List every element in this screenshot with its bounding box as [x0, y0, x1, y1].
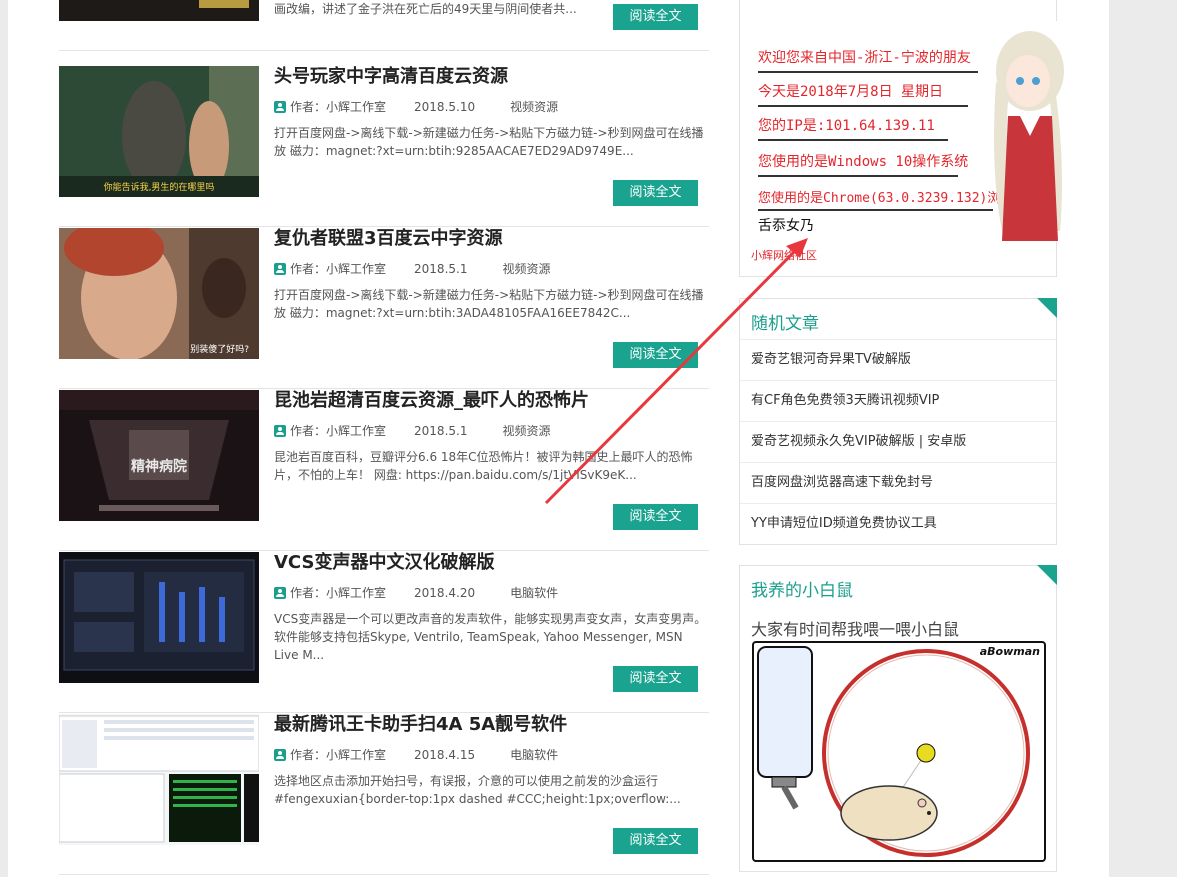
ip-source-link[interactable]: 小辉网络社区 — [751, 247, 817, 263]
corner-triangle-icon — [1037, 565, 1057, 585]
hamster-game[interactable]: aBowman — [752, 641, 1046, 862]
post-card: 别装傻了好吗? 复仇者联盟3百度云中字资源 作者： 小辉工作室 2018.5.1… — [59, 226, 709, 389]
post-category[interactable]: 电脑软件 — [510, 746, 558, 763]
thumbnail-caption: 精神病院 — [131, 459, 187, 475]
post-card: 画改编，讲述了金子洪在死亡后的49天里与阴间使者共... 阅读全文 — [59, 0, 709, 51]
post-excerpt: VCS变声器是一个可以更改声音的发声软件，能够实现男声变女声，女声变男声。软件能… — [274, 612, 707, 662]
user-icon — [274, 100, 286, 113]
post-category[interactable]: 视频资源 — [502, 422, 550, 439]
widget-subtitle: 大家有时间帮我喂一喂小白鼠 — [751, 620, 960, 639]
post-title[interactable]: 最新腾讯王卡助手扫4A 5A靓号软件 — [274, 712, 704, 738]
author-name[interactable]: 小辉工作室 — [326, 584, 386, 601]
widget-title: 随机文章 — [751, 314, 819, 334]
post-category[interactable]: 视频资源 — [502, 260, 550, 277]
post-title[interactable]: VCS变声器中文汉化破解版 — [274, 550, 704, 576]
post-card: 精神病院 昆池岩超清百度云资源_最吓人的恐怖片 作者： 小辉工作室 2018.5… — [59, 388, 709, 551]
divider — [758, 139, 948, 141]
post-excerpt: 打开百度网盘->离线下载->新建磁力任务->粘贴下方磁力链->秒到网盘可在线播放… — [274, 126, 704, 158]
divider — [758, 105, 968, 107]
post-thumbnail[interactable]: 精神病院 — [59, 390, 259, 521]
post-meta: 作者： 小辉工作室 2018.4.15 电脑软件 — [274, 746, 558, 763]
widget-title: 我养的小白鼠 — [751, 581, 853, 601]
divider — [758, 175, 958, 177]
anime-girl-illustration — [994, 31, 1064, 241]
post-title[interactable]: 复仇者联盟3百度云中字资源 — [274, 226, 704, 252]
author-name[interactable]: 小辉工作室 — [326, 746, 386, 763]
ip-signature-image: 欢迎您来自中国-浙江-宁波的朋友 今天是2018年7月8日 星期日 您的IP是:… — [752, 21, 1071, 241]
post-date: 2018.5.10 — [414, 99, 476, 114]
post-category[interactable]: 电脑软件 — [510, 584, 558, 601]
read-more-button[interactable]: 阅读全文 — [613, 504, 698, 530]
ip-welcome-line: 欢迎您来自中国-浙江-宁波的朋友 — [758, 50, 971, 66]
list-item[interactable]: 有CF角色免费领3天腾讯视频VIP — [740, 380, 1056, 421]
divider — [758, 209, 993, 211]
read-more-button[interactable]: 阅读全文 — [613, 4, 698, 30]
post-category[interactable]: 视频资源 — [510, 98, 558, 115]
author-label: 作者： — [290, 100, 327, 114]
thumbnail-caption: 别装傻了好吗? — [190, 345, 249, 355]
corner-triangle-icon — [1037, 298, 1057, 318]
post-title[interactable]: 头号玩家中字高清百度云资源 — [274, 64, 704, 90]
post-date: 2018.5.1 — [414, 423, 468, 438]
ip-browser-line: 您使用的是Chrome(63.0.3239.132)浏览器 — [758, 191, 1027, 206]
post-thumbnail[interactable]: 别装傻了好吗? — [59, 228, 259, 359]
ip-info-widget: 欢迎您来自中国-浙江-宁波的朋友 今天是2018年7月8日 星期日 您的IP是:… — [739, 0, 1071, 277]
post-card: 你能告诉我,男生的在哪里吗 头号玩家中字高清百度云资源 作者： 小辉工作室 20… — [59, 64, 709, 227]
page: 画改编，讲述了金子洪在死亡后的49天里与阴间使者共... 阅读全文 你能告诉我,… — [8, 0, 1109, 877]
read-more-button[interactable]: 阅读全文 — [613, 828, 698, 854]
post-excerpt: 选择地区点击添加开始扫号，有误报，介意的可以使用之前发的沙盒运行#fengexu… — [274, 774, 681, 806]
ip-date-line: 今天是2018年7月8日 星期日 — [758, 84, 944, 100]
ip-signature: 舌忝女乃 — [758, 218, 814, 234]
read-more-button[interactable]: 阅读全文 — [613, 180, 698, 206]
list-item[interactable]: YY申请短位ID频道免费协议工具 — [740, 503, 1056, 544]
list-item[interactable]: 百度网盘浏览器高速下载免封号 — [740, 462, 1056, 503]
post-date: 2018.4.15 — [414, 747, 476, 762]
article-list: 爱奇艺银河奇异果TV破解版 有CF角色免费领3天腾讯视频VIP 爱奇艺视频永久免… — [740, 339, 1056, 544]
user-icon — [274, 262, 286, 275]
post-meta: 作者： 小辉工作室 2018.5.1 视频资源 — [274, 260, 550, 277]
author-label: 作者： — [290, 748, 327, 762]
post-date: 2018.5.1 — [414, 261, 468, 276]
post-card: 最新腾讯王卡助手扫4A 5A靓号软件 作者： 小辉工作室 2018.4.15 电… — [59, 712, 709, 875]
user-icon — [274, 748, 286, 761]
user-icon — [274, 424, 286, 437]
user-icon — [274, 586, 286, 599]
author-name[interactable]: 小辉工作室 — [326, 422, 386, 439]
post-excerpt: 昆池岩百度百科，豆瓣评分6.6 18年C位恐怖片！被评为韩国史上最吓人的恐怖片，… — [274, 450, 693, 482]
post-thumbnail[interactable] — [59, 714, 259, 845]
post-date: 2018.4.20 — [414, 585, 476, 600]
random-articles-widget: 随机文章 爱奇艺银河奇异果TV破解版 有CF角色免费领3天腾讯视频VIP 爱奇艺… — [739, 298, 1057, 545]
list-item[interactable]: 爱奇艺视频永久免VIP破解版 | 安卓版 — [740, 421, 1056, 462]
post-card: VCS变声器中文汉化破解版 作者： 小辉工作室 2018.4.20 电脑软件 V… — [59, 550, 709, 713]
post-thumbnail[interactable] — [59, 0, 259, 21]
author-label: 作者： — [290, 424, 327, 438]
widget-brand: aBowman — [979, 645, 1040, 658]
post-thumbnail[interactable] — [59, 552, 259, 683]
ip-address-line: 您的IP是:101.64.139.11 — [758, 118, 935, 134]
ip-os-line: 您使用的是Windows 10操作系统 — [758, 154, 969, 170]
post-meta: 作者： 小辉工作室 2018.4.20 电脑软件 — [274, 584, 558, 601]
read-more-button[interactable]: 阅读全文 — [613, 342, 698, 368]
post-title[interactable]: 昆池岩超清百度云资源_最吓人的恐怖片 — [274, 388, 704, 414]
author-name[interactable]: 小辉工作室 — [326, 260, 386, 277]
author-name[interactable]: 小辉工作室 — [326, 98, 386, 115]
hamster-widget: 我养的小白鼠 大家有时间帮我喂一喂小白鼠 aBowman — [739, 565, 1057, 872]
divider — [758, 71, 978, 73]
hamster-wheel-illustration[interactable] — [754, 643, 1044, 860]
post-meta: 作者： 小辉工作室 2018.5.1 视频资源 — [274, 422, 550, 439]
post-meta: 作者： 小辉工作室 2018.5.10 视频资源 — [274, 98, 558, 115]
author-label: 作者： — [290, 586, 327, 600]
read-more-button[interactable]: 阅读全文 — [613, 666, 698, 692]
post-thumbnail[interactable]: 你能告诉我,男生的在哪里吗 — [59, 66, 259, 197]
list-item[interactable]: 爱奇艺银河奇异果TV破解版 — [740, 339, 1056, 380]
author-label: 作者： — [290, 262, 327, 276]
post-excerpt: 打开百度网盘->离线下载->新建磁力任务->粘贴下方磁力链->秒到网盘可在线播放… — [274, 288, 704, 320]
thumbnail-caption: 你能告诉我,男生的在哪里吗 — [103, 183, 215, 193]
